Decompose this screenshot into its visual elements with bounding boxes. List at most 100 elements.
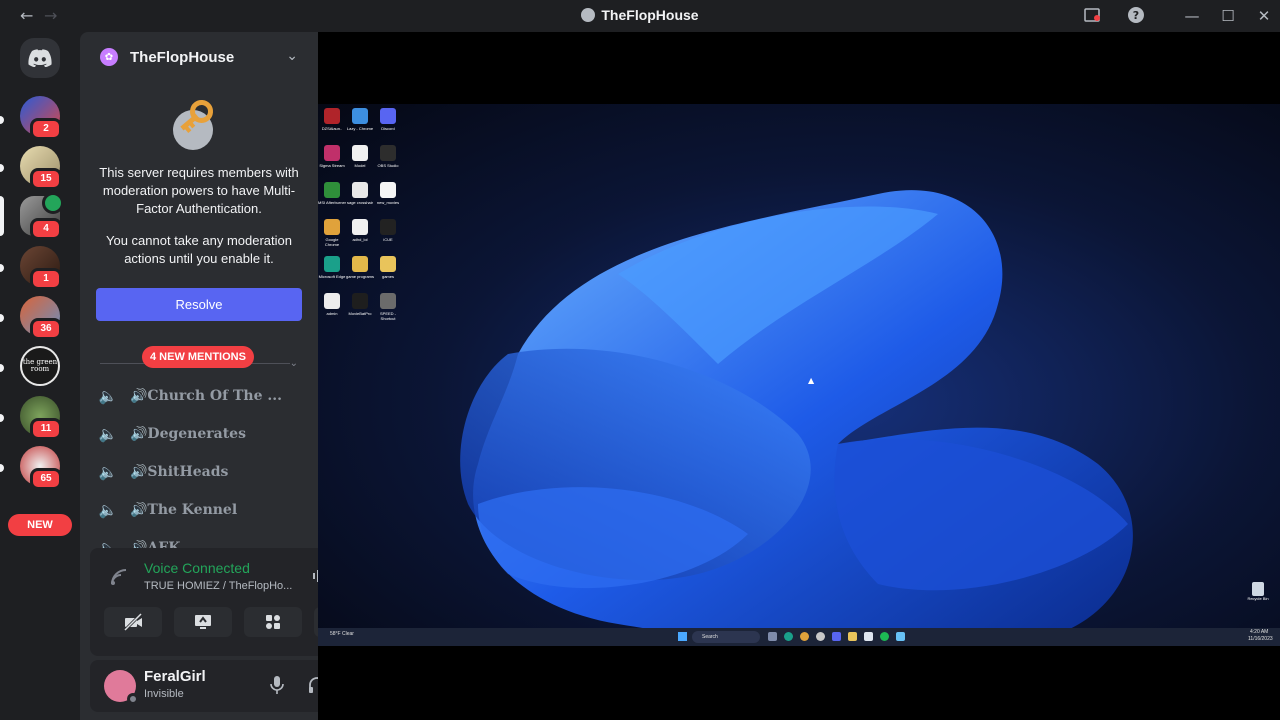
discord-taskbar-icon[interactable]	[832, 632, 841, 641]
desktop-icon[interactable]: Google Chrome	[318, 219, 346, 251]
desktop-icon-glyph	[380, 256, 396, 272]
desktop-icon-glyph	[380, 182, 396, 198]
guild-icon[interactable]: 15	[20, 146, 62, 190]
voice-status[interactable]: Voice Connected	[144, 560, 250, 576]
channel-name: 🔊ShitHeads	[130, 464, 229, 480]
clock-date[interactable]: 11/16/2023	[1248, 636, 1273, 642]
server-header[interactable]: ✿ TheFlopHouse ⌄	[80, 32, 318, 82]
voice-channel[interactable]: 🔈 🔊ShitHeads	[98, 457, 298, 487]
desktop-icon[interactable]: iCUE	[374, 219, 402, 251]
desktop-icon[interactable]: MovieBatPro	[346, 293, 374, 325]
clock-time[interactable]: 4:20 AM	[1250, 629, 1268, 635]
desktop-icon-glyph	[324, 219, 340, 235]
mention-badge: 36	[30, 318, 62, 340]
guild-icon[interactable]: 65	[20, 446, 62, 490]
desktop-icon-glyph	[380, 219, 396, 235]
mouse-cursor: ▲	[808, 376, 815, 385]
app-icon[interactable]	[816, 632, 825, 641]
desktop-icon[interactable]: sage crosshair	[346, 182, 374, 214]
guild-icon[interactable]: 2	[20, 96, 62, 140]
notepad-icon[interactable]	[864, 632, 873, 641]
desktop-icon[interactable]: MSI Afterburner	[318, 182, 346, 214]
desktop-icon-glyph	[324, 182, 340, 198]
new-unreads-pill[interactable]: NEW	[8, 514, 72, 536]
desktop-icon[interactable]: new_movies	[374, 182, 402, 214]
speaker-icon: 🔈	[98, 501, 118, 519]
video-off-icon[interactable]	[104, 607, 162, 637]
desktop-icon[interactable]: OBS Studio	[374, 145, 402, 177]
desktop-icon[interactable]: Discord	[374, 108, 402, 140]
unread-pill	[0, 264, 4, 272]
title-bar: ← → TheFlopHouse ? — ☐ ✕	[0, 0, 1280, 32]
desktop-icon[interactable]: game programs	[346, 256, 374, 288]
home-button[interactable]	[20, 38, 60, 78]
guild-icon[interactable]: 11	[20, 396, 62, 440]
desktop-icon-label: Lazy - Chrome	[346, 126, 374, 131]
folder-icon[interactable]	[848, 632, 857, 641]
headphones-icon[interactable]	[308, 675, 318, 699]
taskbar-search[interactable]: Search	[692, 631, 760, 643]
help-icon[interactable]: ?	[1126, 6, 1146, 26]
desktop-icon[interactable]: Lazy - Chrome	[346, 108, 374, 140]
weather-widget[interactable]: 58°F Clear	[330, 631, 354, 637]
desktop-icon[interactable]: Model	[346, 145, 374, 177]
screen-share-icon[interactable]	[174, 607, 232, 637]
spotify-icon[interactable]	[880, 632, 889, 641]
guild-icon[interactable]: 1	[20, 246, 62, 290]
desktop-icon-glyph	[352, 108, 368, 124]
inbox-icon[interactable]	[1082, 6, 1102, 26]
guild-icon[interactable]: the green room	[20, 346, 60, 386]
chrome-icon[interactable]	[800, 632, 809, 641]
username[interactable]: FeralGirl	[144, 668, 206, 685]
desktop-icon-label: Discord	[381, 126, 395, 131]
chevron-down-icon[interactable]: ⌄	[286, 48, 298, 64]
desktop-icon-glyph	[324, 145, 340, 161]
chevron-down-icon[interactable]: ⌄	[290, 358, 298, 369]
activities-icon[interactable]	[244, 607, 302, 637]
discord-logo-icon	[28, 49, 52, 67]
desktop-icon-glyph	[352, 145, 368, 161]
desktop-icon[interactable]: adhd_lol	[346, 219, 374, 251]
voice-panel: Voice Connected TRUE HOMIEZ / TheFlopHo.…	[90, 548, 318, 656]
stream-view[interactable]: DZSAlaun.. Lazy - Chrome Discord Sigma Stre…	[318, 32, 1280, 720]
resolve-button[interactable]: Resolve	[96, 288, 302, 321]
desktop-icon-glyph	[324, 293, 340, 309]
desktop-icon-glyph	[352, 182, 368, 198]
desktop-icon-label: Microsoft Edge	[318, 274, 346, 279]
desktop-icon[interactable]: admin	[318, 293, 346, 325]
recycle-bin-icon[interactable]: Recycle Bin	[1246, 582, 1270, 601]
guild-icon[interactable]: 36	[20, 296, 62, 340]
close-icon[interactable]: ✕	[1254, 6, 1274, 26]
guild-icon-selected[interactable]: 4	[20, 192, 64, 240]
desktop-icon-label: MSI Afterburner	[318, 200, 347, 205]
new-mentions-pill[interactable]: 4 NEW MENTIONS	[142, 346, 254, 368]
unread-pill	[0, 164, 4, 172]
desktop-icon-glyph	[380, 293, 396, 309]
voice-location[interactable]: TRUE HOMIEZ / TheFlopHo...	[144, 580, 292, 592]
channel-sidebar: ✿ TheFlopHouse ⌄ This server requires me…	[80, 32, 318, 720]
selected-pill	[0, 196, 4, 236]
voice-channel[interactable]: 🔈 🔊Degenerates	[98, 419, 298, 449]
status-indicator	[127, 693, 139, 705]
mention-badge: 65	[30, 468, 62, 490]
desktop-icon[interactable]: Microsoft Edge	[318, 256, 346, 288]
connection-signal-icon[interactable]	[110, 568, 128, 590]
microphone-icon[interactable]	[268, 675, 286, 699]
voice-channel[interactable]: 🔈 🔊Church Of The ...	[98, 381, 298, 411]
desktop-icon-label: OBS Studio	[377, 163, 399, 168]
desktop-icon-glyph	[352, 293, 368, 309]
desktop-icon[interactable]: Sigma Stream	[318, 145, 346, 177]
start-icon[interactable]	[678, 632, 687, 641]
desktop-icon-label: Model	[354, 163, 366, 168]
edge-icon[interactable]	[784, 632, 793, 641]
task-view-icon[interactable]	[768, 632, 777, 641]
minimize-icon[interactable]: —	[1182, 6, 1202, 26]
user-status[interactable]: Invisible	[144, 688, 184, 700]
steam-icon[interactable]	[896, 632, 905, 641]
mfa-warning-text: You cannot take any moderation actions u…	[106, 233, 292, 266]
desktop-icon[interactable]: DZSAlaun..	[318, 108, 346, 140]
desktop-icon[interactable]: games	[374, 256, 402, 288]
maximize-icon[interactable]: ☐	[1218, 6, 1238, 26]
desktop-icon[interactable]: SPEED - Shortcut	[374, 293, 402, 325]
voice-channel[interactable]: 🔈 🔊The Kennel	[98, 495, 298, 525]
